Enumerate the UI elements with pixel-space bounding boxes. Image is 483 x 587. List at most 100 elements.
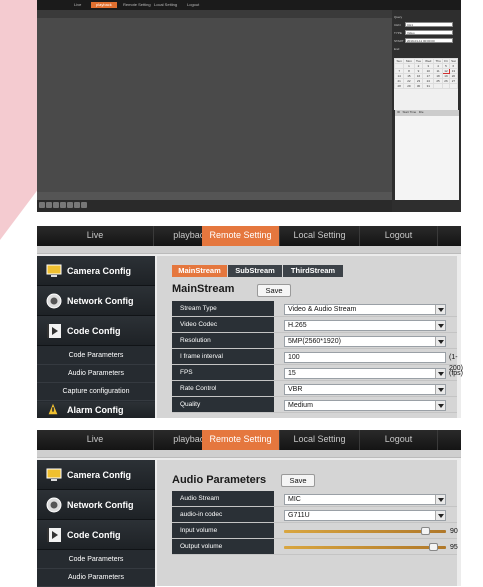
sidebar-item-code-config[interactable]: Code Config [37,520,155,550]
monitor-icon [46,468,62,481]
sidebar-item-camera-config[interactable]: Camera Config [37,460,155,490]
quality-select[interactable]: Medium [284,400,446,411]
output-volume-handle[interactable] [428,543,438,551]
fast-icon[interactable] [67,202,73,208]
output-volume-slider[interactable] [284,546,446,549]
sidebar-item-audio-parameters[interactable]: Audio Parameters [37,365,155,383]
nav-logout[interactable]: Logout [360,226,438,246]
nav-remote-setting[interactable]: Remote Setting [202,226,280,246]
nav-playback[interactable]: playback [91,2,117,8]
nav-logout[interactable]: Logout [360,430,438,450]
field-label: Resolution [180,337,211,344]
save-button[interactable]: Save [281,474,315,487]
top-nav: Live playback Remote Setting Local Setti… [37,226,461,246]
sidebar-label: Code Config [67,326,121,336]
sidebar-item-alarm-config[interactable]: Alarm Config [37,402,155,418]
sidebar: Camera Config Network Config Code Config… [37,460,155,587]
sidebar-item-camera-config[interactable]: Camera Config [37,256,155,286]
stop-icon[interactable] [53,202,59,208]
chevron-down-icon [435,495,445,504]
sidebar-label: Network Config [67,500,134,510]
code-params-content: MainStream SubStream ThirdStream MainStr… [157,256,463,418]
input-volume-handle[interactable] [420,527,430,535]
slow-icon[interactable] [60,202,66,208]
field-label: Rate Control [180,385,217,392]
calendar[interactable]: Sun Mon Tue Wed Thu Fri Sat 1 2 3 4 5 6 [393,58,459,110]
snapshot-icon[interactable] [74,202,80,208]
field-row-stream-type: Stream Type Video & Audio Stream [172,301,457,317]
sidebar-item-audio-parameters[interactable]: Audio Parameters [37,569,155,587]
sidebar-label: Camera Config [67,266,132,276]
rate-control-select[interactable]: VBR [284,384,446,395]
record-list[interactable]: ID Start Time File [395,110,459,200]
nav-local-setting[interactable]: Local Setting [280,226,360,246]
chevron-down-icon [435,511,445,520]
sidebar-label: Alarm Config [67,405,124,415]
audio-in-codec-select[interactable]: G711U [284,510,446,521]
audio-stream-select[interactable]: MIC [284,494,446,505]
sidebar-item-code-config[interactable]: Code Config [37,316,155,346]
type-select[interactable]: Video [405,30,453,35]
select-value: MIC [288,496,301,503]
fps-select[interactable]: 15 [284,368,446,379]
calendar-day[interactable]: 29 [403,83,415,89]
tab-substream[interactable]: SubStream [228,265,282,277]
sidebar-label: Camera Config [67,470,132,480]
clip-icon[interactable] [81,202,87,208]
field-row-audio-stream: Audio Stream MIC [172,491,457,507]
sidebar-item-capture-configuration[interactable]: Capture configuration [37,383,155,401]
playback-panel: Live playback Remote Setting Local Setti… [37,0,461,212]
sidebar-item-code-parameters[interactable]: Code Parameters [37,347,155,365]
nav-live[interactable]: Live [37,430,154,450]
nav-live[interactable]: Live [37,226,154,246]
query-label: Query [394,15,403,19]
field-label: Video Codec [180,321,218,328]
video-codec-select[interactable]: H.265 [284,320,446,331]
nav-local-setting[interactable]: Local Setting [280,430,360,450]
pause-icon[interactable] [46,202,52,208]
video-area[interactable] [37,18,392,192]
calendar-day[interactable] [432,83,444,89]
chevron-down-icon [435,401,445,410]
chn-select[interactable]: CH1 [405,22,453,27]
calendar-day[interactable] [448,83,459,89]
calendar-day[interactable]: 31 [422,83,434,89]
list-col-start: Start Time [402,110,417,114]
timeline-bar[interactable] [37,192,392,212]
timeline-ruler[interactable] [37,192,392,200]
chn-label: CHN [394,23,401,27]
sidebar-item-network-config[interactable]: Network Config [37,490,155,520]
nav-remote-setting[interactable]: Remote Setting [123,2,151,7]
playback-top-nav: Live playback Remote Setting Local Setti… [37,0,461,10]
select-value: 5MP(2560*1920) [288,338,341,345]
field-label: Audio Stream [180,495,220,502]
resolution-select[interactable]: 5MP(2560*1920) [284,336,446,347]
calendar-day[interactable]: 28 [393,83,405,89]
iframe-interval-input[interactable]: 100 [284,352,446,363]
nav-live[interactable]: Live [74,2,81,7]
field-row-fps: FPS 15 (fps) [172,365,463,381]
select-value: 15 [288,370,296,377]
sidebar-item-network-config[interactable]: Network Config [37,286,155,316]
tab-thirdstream[interactable]: ThirdStream [283,265,343,277]
nav-local-setting[interactable]: Local Setting [154,2,177,7]
field-row-video-codec: Video Codec H.265 [172,317,457,333]
list-col-id: ID [397,110,400,114]
sidebar-item-code-parameters[interactable]: Code Parameters [37,551,155,569]
divider-strip [37,246,461,254]
save-button[interactable]: Save [257,284,291,297]
tab-mainstream[interactable]: MainStream [172,265,227,277]
calendar-day[interactable]: 30 [413,83,424,89]
sidebar-label: Code Config [67,530,121,540]
start-input[interactable]: 2019-01-11 00:00:00 [405,38,453,43]
stream-type-select[interactable]: Video & Audio Stream [284,304,446,315]
play-icon[interactable] [39,202,45,208]
alarm-icon [48,403,58,415]
calendar-day[interactable] [442,83,450,89]
field-label: Input volume [180,527,218,534]
network-icon [46,497,62,513]
field-label: I frame interval [180,353,223,360]
nav-logout[interactable]: Logout [187,2,199,7]
field-label: FPS [180,369,193,376]
nav-remote-setting[interactable]: Remote Setting [202,430,280,450]
